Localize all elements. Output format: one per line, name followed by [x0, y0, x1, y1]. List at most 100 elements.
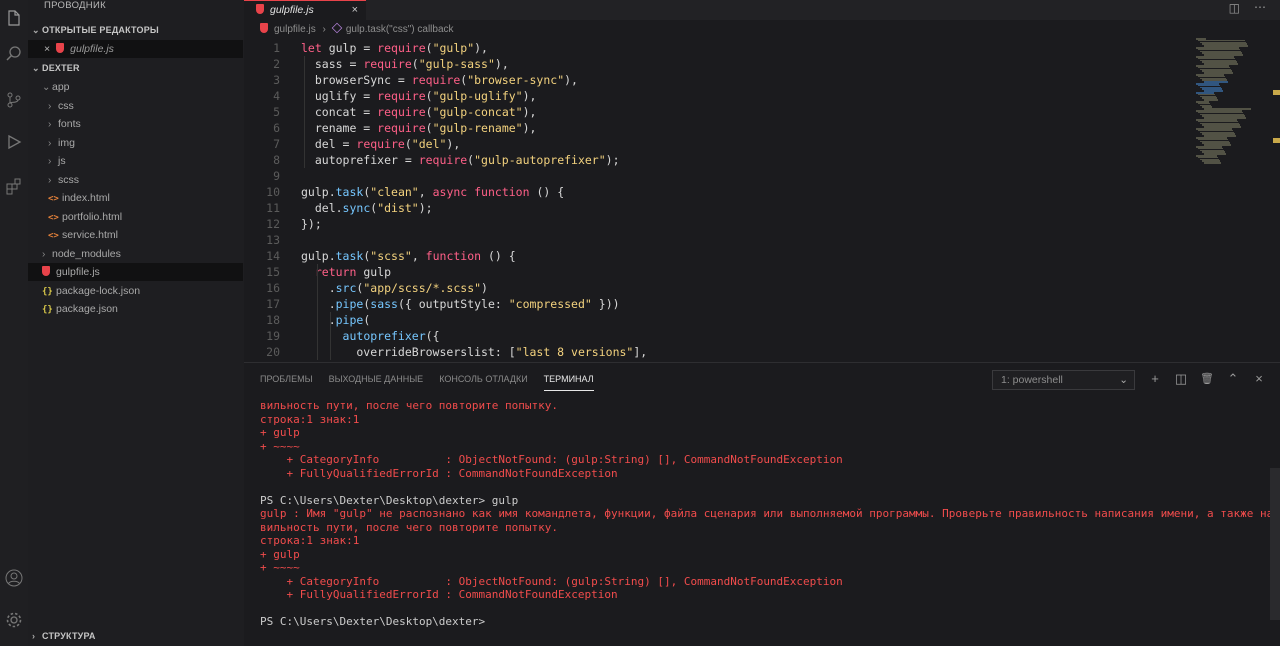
- more-actions-icon[interactable]: ⋯: [1254, 0, 1266, 14]
- tab-проблемы[interactable]: ПРОБЛЕМЫ: [260, 363, 313, 391]
- tree-item-portfolio-html[interactable]: <> portfolio.html: [28, 208, 243, 226]
- tree-item-app[interactable]: ⌄ app: [28, 78, 243, 96]
- tree-item-img[interactable]: › img: [28, 134, 243, 152]
- terminal-line: gulp : Имя "gulp" не распознано как имя …: [260, 507, 1272, 520]
- terminal-select[interactable]: 1: powershell ⌄: [992, 370, 1135, 390]
- close-icon[interactable]: ×: [44, 43, 50, 55]
- code-line: uglify = require("gulp-uglify"),: [301, 88, 537, 104]
- code-token: return: [314, 265, 357, 279]
- terminal-line: + gulp: [260, 426, 300, 439]
- tree-item-service-html[interactable]: <> service.html: [28, 226, 243, 244]
- code-line: rename = require("gulp-rename"),: [301, 120, 537, 136]
- code-line: concat = require("gulp-concat"),: [301, 104, 537, 120]
- run-debug-icon[interactable]: [0, 128, 28, 156]
- tree-item-package-lock-json[interactable]: {} package-lock.json: [28, 282, 243, 300]
- tree-item-css[interactable]: › css: [28, 97, 243, 115]
- code-line: .pipe(sass({ outputStyle: "compressed" }…: [301, 296, 620, 312]
- tree-item-index-html[interactable]: <> index.html: [28, 189, 243, 207]
- code-token: .: [301, 297, 336, 311]
- extensions-icon[interactable]: [0, 172, 28, 200]
- terminal-line: + ~~~~: [260, 561, 300, 574]
- project-section[interactable]: ⌄ DEXTER: [32, 60, 80, 76]
- chevron-right-icon: ›: [32, 631, 36, 641]
- chevron-right-icon: ›: [48, 137, 52, 149]
- code-editor[interactable]: 1 let gulp = require("gulp"), 2 sass = req…: [244, 40, 1194, 362]
- new-terminal-button[interactable]: +: [1146, 369, 1164, 389]
- account-icon[interactable]: [0, 564, 28, 592]
- code-token: autoprefixer =: [301, 153, 419, 167]
- explorer-title: ПРОВОДНИК: [44, 0, 106, 11]
- gulp-file-icon: [42, 266, 50, 276]
- code-token: uglify =: [301, 89, 378, 103]
- code-token: autoprefixer: [342, 329, 426, 343]
- split-terminal-button[interactable]: ◫: [1172, 369, 1190, 389]
- overview-ruler[interactable]: [1270, 0, 1280, 362]
- code-token: ),: [474, 41, 488, 55]
- tree-item-label: css: [58, 99, 74, 112]
- line-number: 10: [266, 185, 280, 199]
- line-number: 9: [273, 169, 280, 183]
- breadcrumb-file[interactable]: gulpfile.js: [274, 24, 316, 35]
- tree-item-node-modules[interactable]: › node_modules: [28, 245, 243, 263]
- code-line: del = require("del"),: [301, 136, 460, 152]
- kill-terminal-button[interactable]: 🗑: [1198, 369, 1216, 389]
- code-token: (: [425, 105, 433, 119]
- editor-area: gulpfile.js × ◫ ⋯ gulpfile.js › gulp.task…: [244, 0, 1280, 362]
- code-token: () {: [481, 249, 516, 263]
- line-number: 4: [273, 89, 280, 103]
- code-token: pipe: [335, 297, 364, 311]
- chevron-right-icon: ›: [48, 156, 52, 167]
- code-token: (: [425, 121, 433, 135]
- explorer-icon[interactable]: [0, 4, 28, 32]
- close-tab-icon[interactable]: ×: [352, 1, 358, 19]
- outline-section[interactable]: › СТРУКТУРА: [32, 628, 96, 644]
- code-line: });: [301, 216, 322, 232]
- code-line: gulp.task("clean", async function () {: [301, 184, 564, 200]
- code-token: (: [425, 89, 433, 103]
- tree-item-label: scss: [58, 173, 79, 186]
- tree-item-package-json[interactable]: {} package.json: [28, 300, 243, 318]
- indent-guide: [330, 312, 331, 360]
- code-token: require: [377, 105, 426, 119]
- tree-item-gulpfile-js[interactable]: gulpfile.js: [28, 263, 243, 281]
- tab-терминал[interactable]: ТЕРМИНАЛ: [543, 363, 594, 391]
- minimap[interactable]: [1196, 38, 1256, 168]
- tab-консоль отладки[interactable]: КОНСОЛЬ ОТЛАДКИ: [439, 363, 527, 391]
- terminal-output[interactable]: вильность пути, после чего повторите поп…: [260, 399, 1272, 646]
- maximize-panel-button[interactable]: ⌃: [1224, 369, 1242, 389]
- code-line: let gulp = require("gulp"),: [301, 40, 488, 56]
- tree-item-js[interactable]: › js: [28, 152, 243, 170]
- code-token: ),: [446, 137, 461, 151]
- tab-gulpfile[interactable]: gulpfile.js ×: [244, 0, 366, 20]
- code-token: "browser-sync": [467, 73, 565, 87]
- settings-gear-icon[interactable]: [0, 606, 28, 634]
- open-editor-item[interactable]: × gulpfile.js: [28, 40, 243, 58]
- symbol-method-icon: [331, 22, 343, 34]
- terminal-scrollbar[interactable]: [1270, 468, 1280, 620]
- tree-item-label: gulpfile.js: [56, 266, 100, 278]
- code-token: });: [301, 217, 322, 231]
- source-control-icon[interactable]: [0, 86, 28, 114]
- code-token: task: [335, 185, 364, 199]
- code-token: );: [605, 153, 620, 167]
- project-label: DEXTER: [42, 63, 80, 73]
- code-token: require: [377, 41, 426, 55]
- breadcrumb-symbol[interactable]: gulp.task("css") callback: [346, 24, 454, 35]
- close-panel-button[interactable]: ×: [1250, 369, 1268, 389]
- open-editors-section[interactable]: ⌄ ОТКРЫТЫЕ РЕДАКТОРЫ: [32, 22, 159, 38]
- split-editor-icon[interactable]: ◫: [1229, 1, 1240, 15]
- chevron-down-icon: ⌄: [42, 82, 51, 93]
- tab-выходные данные[interactable]: ВЫХОДНЫЕ ДАННЫЕ: [329, 363, 424, 391]
- terminal-line: + ~~~~: [260, 439, 300, 453]
- code-token: ),: [522, 105, 537, 119]
- search-icon[interactable]: [0, 40, 28, 68]
- code-token: "gulp": [432, 41, 475, 55]
- tree-item-fonts[interactable]: › fonts: [28, 115, 243, 133]
- tree-item-label: app: [52, 81, 70, 93]
- code-token: ,: [418, 185, 433, 199]
- ruler-marker: [1273, 90, 1280, 95]
- code-token: require: [377, 121, 426, 135]
- tree-item-scss[interactable]: › scss: [28, 171, 243, 189]
- code-token: sync: [342, 201, 371, 215]
